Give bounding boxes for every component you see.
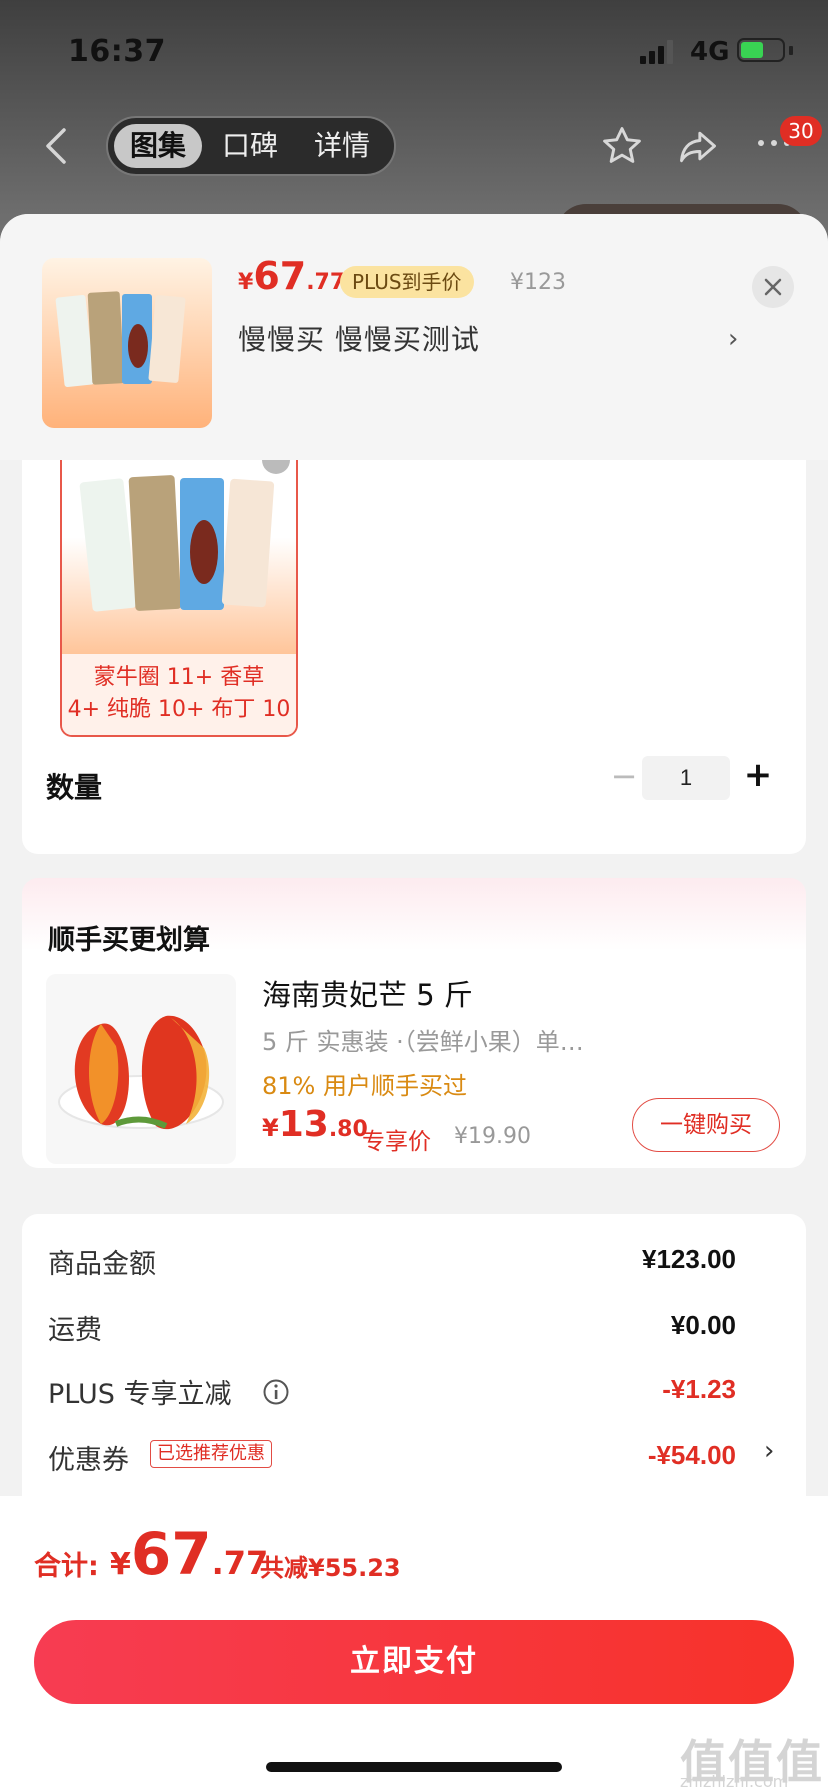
quantity-input[interactable] [642,756,730,800]
header-price-currency: ¥ [238,270,254,295]
nav-tabs: 图集 口碑 详情 [106,116,396,176]
recommend-title: 顺手买更划算 [48,925,210,956]
status-bar: 16:37 4G [0,0,828,100]
message-badge: 30 [780,116,822,146]
quantity-label: 数量 [46,771,103,804]
total-label: 合计: [34,1551,99,1582]
pay-now-button[interactable]: 立即支付 [34,1620,794,1704]
recommend-item-spec: 5 斤 实惠装 ·（尝鲜小果）单… [262,1028,584,1056]
summary-label-coupon: 优惠券 [48,1445,129,1476]
coupon-recommended-tag: 已选推荐优惠 [150,1440,272,1468]
one-click-buy-button[interactable]: 一键购买 [632,1098,780,1152]
sku-caption-line2: 4+ 纯脆 10+ 布丁 10 [67,697,291,722]
summary-value-subtotal: ¥123.00 [642,1244,736,1274]
summary-value-plus-discount: -¥1.23 [662,1374,736,1404]
sku-option-image [62,460,296,654]
watermark-url: zhizhizhi.com [680,1772,789,1791]
total-int: 67 [130,1520,212,1588]
total-currency: ¥ [110,1547,131,1582]
status-time: 16:37 [68,34,166,69]
quantity-increase-button[interactable]: + [738,754,778,796]
plus-price-tag: PLUS到手价 [340,266,474,298]
signal-icon [640,40,673,64]
summary-label-plus-discount: PLUS 专享立减 [48,1379,232,1410]
checkout-bottom-bar: 合计: ¥67.77 共减¥55.23 立即支付 值值值 zhizhizhi.c… [0,1496,828,1792]
recommend-exclusive-label: 专享价 [362,1129,431,1155]
header-price: ¥67.77 [238,254,345,298]
recommend-item-title[interactable]: 海南贵妃芒 5 斤 [262,972,473,1014]
total-saved: 共减¥55.23 [260,1554,401,1582]
chevron-right-icon[interactable]: › [728,324,738,354]
add-on-recommendation-card: 顺手买更划算 海南贵妃芒 5 斤 5 斤 实惠装 ·（尝鲜小果）单… 81% 用… [22,878,806,1168]
recommend-original-price: ¥19.90 [454,1124,531,1149]
recommend-price-int: 13 [278,1104,329,1145]
header-price-int: 67 [253,254,307,298]
total-price: ¥67.77 [110,1520,268,1588]
summary-value-shipping: ¥0.00 [670,1310,736,1340]
summary-label-shipping: 运费 [48,1315,102,1346]
recommend-item-percent: 81% 用户顺手买过 [262,1072,467,1100]
info-icon[interactable] [262,1378,290,1406]
battery-tip [789,46,793,55]
sku-card: 蒙牛圈 11+ 香草 4+ 纯脆 10+ 布丁 10 数量 − + [22,460,806,854]
share-icon[interactable] [676,124,720,168]
tab-reviews[interactable]: 口碑 [208,124,292,168]
recommend-item-price: ¥13.80 [262,1104,368,1145]
battery-icon [737,38,785,62]
network-type: 4G [690,37,730,67]
close-icon[interactable] [752,266,794,308]
home-indicator [266,1762,562,1772]
tab-details[interactable]: 详情 [300,124,384,168]
selected-sku-text[interactable]: 慢慢买 慢慢买测试 [238,318,480,358]
summary-label-subtotal: 商品金额 [48,1249,156,1280]
sku-option-caption: 蒙牛圈 11+ 香草 4+ 纯脆 10+ 布丁 10 [62,654,296,735]
product-thumbnail [42,258,212,428]
recommend-price-currency: ¥ [262,1114,279,1142]
sku-caption-line1: 蒙牛圈 11+ 香草 [93,665,265,690]
back-icon[interactable] [42,126,68,166]
mango-product-image[interactable] [46,974,236,1164]
quantity-decrease-button[interactable]: − [604,756,644,796]
sheet-header: ¥67.77 PLUS到手价 ¥123 慢慢买 慢慢买测试 › [0,214,828,460]
header-original-price: ¥123 [510,270,566,295]
tab-gallery[interactable]: 图集 [114,124,202,168]
summary-value-coupon[interactable]: -¥54.00 [648,1440,736,1471]
star-icon[interactable] [600,124,644,168]
sku-option-selected[interactable]: 蒙牛圈 11+ 香草 4+ 纯脆 10+ 布丁 10 [60,460,298,737]
coupon-chevron-right-icon[interactable]: › [764,1436,774,1466]
